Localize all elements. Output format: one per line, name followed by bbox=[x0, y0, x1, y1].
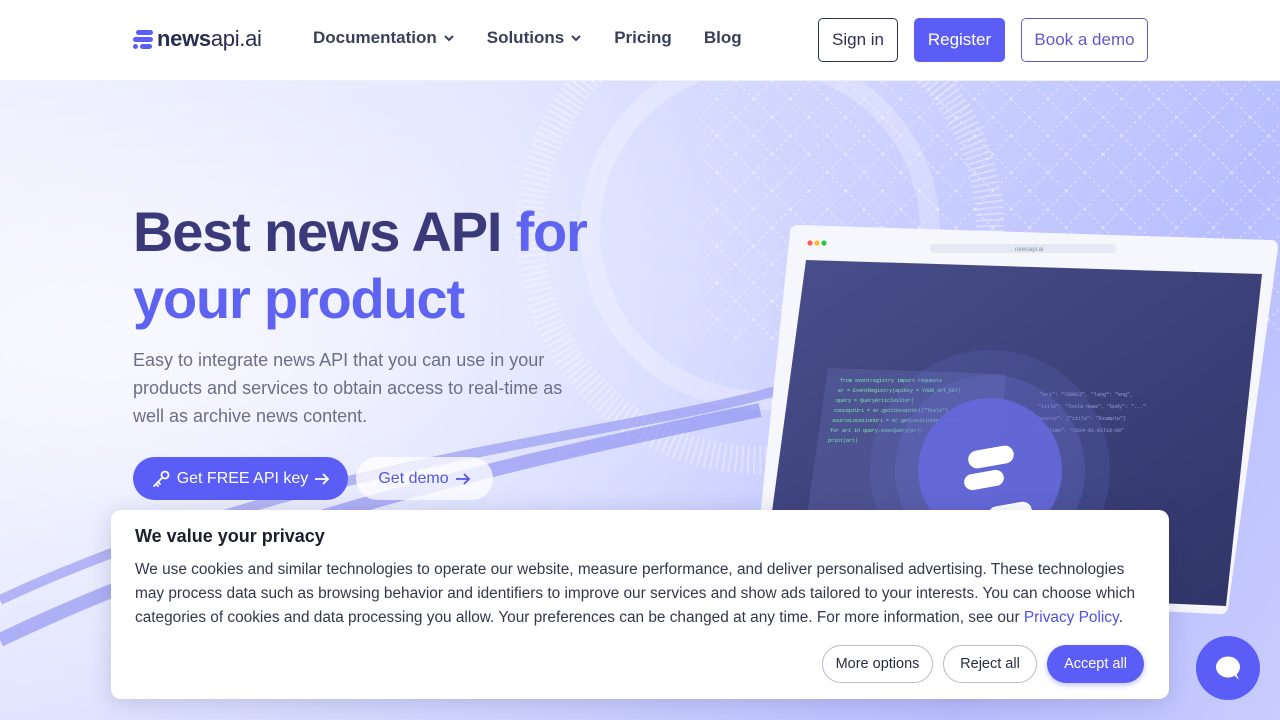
main-nav: Documentation Solutions Pricing Blog bbox=[313, 28, 774, 48]
chat-bubble-icon bbox=[1216, 656, 1240, 680]
register-button[interactable]: Register bbox=[914, 18, 1005, 62]
nav-solutions[interactable]: Solutions bbox=[487, 28, 582, 48]
svg-text:print(art): print(art) bbox=[828, 438, 858, 444]
reject-all-button[interactable]: Reject all bbox=[943, 645, 1037, 683]
cookie-title: We value your privacy bbox=[135, 526, 325, 546]
cookie-consent-banner: We value your privacy We use cookies and… bbox=[111, 510, 1169, 699]
arrow-right-icon bbox=[455, 472, 470, 485]
get-api-key-button[interactable]: Get FREE API key bbox=[133, 457, 348, 500]
key-icon bbox=[152, 470, 170, 487]
cookie-text: We use cookies and similar technologies … bbox=[135, 561, 1136, 626]
more-options-button[interactable]: More options bbox=[822, 645, 933, 683]
cookie-actions: More options Reject all Accept all bbox=[822, 645, 1144, 683]
hero-title: Best news API for your product bbox=[133, 200, 588, 330]
accept-all-button[interactable]: Accept all bbox=[1047, 645, 1144, 683]
mockup-url: newsapi.ai bbox=[1015, 247, 1043, 253]
hero-subtitle: Easy to integrate news API that you can … bbox=[133, 350, 563, 426]
get-demo-button[interactable]: Get demo bbox=[356, 457, 493, 500]
logo[interactable]: newsapi.ai bbox=[133, 26, 262, 52]
logo-icon bbox=[133, 28, 153, 50]
site-header: newsapi.ai Documentation Solutions Prici… bbox=[0, 0, 1280, 81]
nav-pricing[interactable]: Pricing bbox=[614, 28, 672, 48]
chat-widget-button[interactable] bbox=[1196, 636, 1260, 700]
sign-in-button[interactable]: Sign in bbox=[818, 18, 898, 62]
book-demo-button[interactable]: Book a demo bbox=[1021, 18, 1148, 62]
nav-blog[interactable]: Blog bbox=[704, 28, 742, 48]
chevron-down-icon bbox=[571, 35, 581, 42]
arrow-right-icon bbox=[315, 472, 330, 485]
chevron-down-icon bbox=[444, 35, 454, 42]
privacy-policy-link[interactable]: Privacy Policy bbox=[1024, 609, 1119, 626]
logo-text: newsapi.ai bbox=[157, 26, 262, 51]
nav-documentation[interactable]: Documentation bbox=[313, 28, 455, 48]
